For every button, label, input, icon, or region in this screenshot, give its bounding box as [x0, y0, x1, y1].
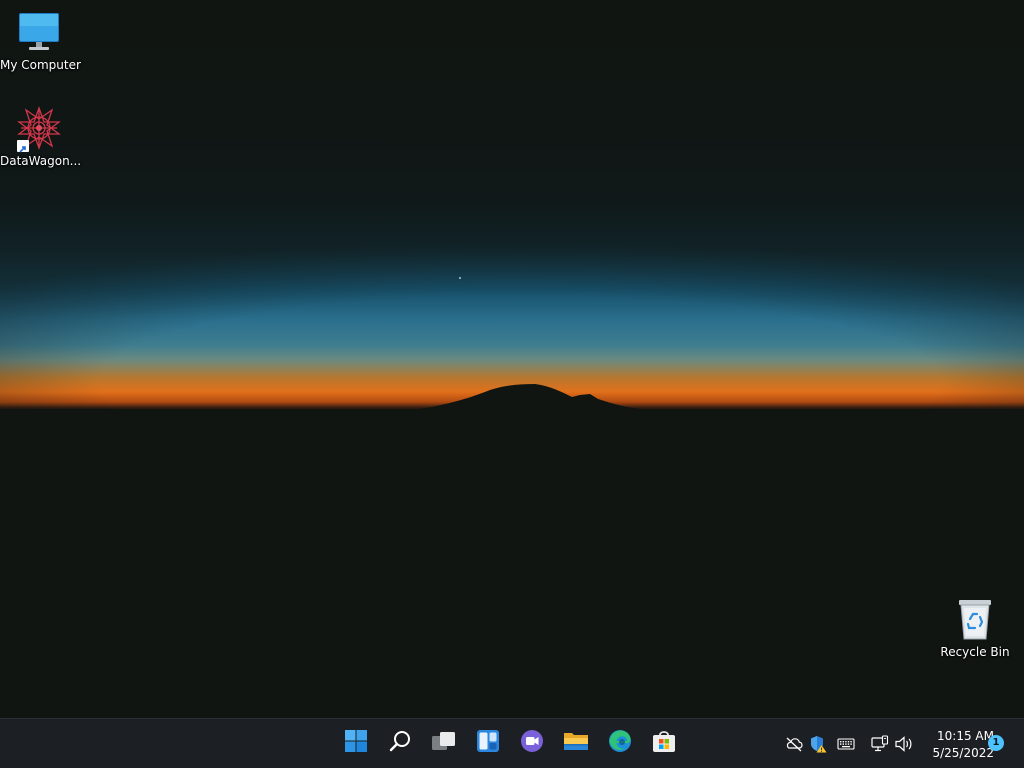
clock[interactable]: 10:15 AM 5/25/2022	[918, 728, 994, 762]
wallpaper-mountain-silhouette	[0, 384, 1024, 718]
file-explorer-button[interactable]	[556, 723, 596, 763]
datawagon-logo-icon	[17, 106, 61, 153]
start-button[interactable]	[336, 723, 376, 763]
search-button[interactable]	[380, 723, 420, 763]
desktop-icon-label: My Computer	[0, 58, 81, 72]
system-tray	[782, 719, 916, 768]
network-hidden-icon[interactable]	[782, 732, 806, 756]
teams-chat-icon	[520, 729, 544, 757]
store-button[interactable]	[644, 723, 684, 763]
store-icon	[651, 728, 677, 758]
search-icon	[388, 729, 412, 757]
widgets-button[interactable]	[468, 723, 508, 763]
taskbar-pinned-apps	[336, 723, 684, 765]
chat-button[interactable]	[512, 723, 552, 763]
desktop-icon-my-computer[interactable]: My Computer	[0, 10, 81, 72]
recycle-bin-icon	[953, 597, 997, 641]
taskbar: 10:15 AM 5/25/2022	[0, 718, 1024, 768]
desktop-wallpaper: My Computer DataWagon... Recycle Bin	[0, 0, 1024, 718]
clock-time: 10:15 AM	[937, 729, 994, 743]
edge-button[interactable]	[600, 723, 640, 763]
notification-badge[interactable]: 1	[988, 735, 1004, 751]
task-view-icon	[431, 729, 457, 757]
shortcut-arrow-icon	[17, 140, 29, 153]
network-icon[interactable]	[868, 732, 892, 756]
desktop-icon-recycle-bin[interactable]: Recycle Bin	[936, 597, 1014, 659]
clock-date: 5/25/2022	[932, 746, 994, 760]
monitor-icon	[17, 10, 61, 54]
folder-icon	[563, 729, 589, 757]
windows-logo-icon	[344, 729, 368, 757]
desktop-icon-datawagon[interactable]: DataWagon...	[0, 106, 82, 168]
edge-icon	[608, 729, 632, 757]
desktop-icon-label: Recycle Bin	[940, 645, 1010, 659]
task-view-button[interactable]	[424, 723, 464, 763]
security-warning-icon[interactable]	[806, 732, 830, 756]
desktop-icon-label: DataWagon...	[0, 154, 82, 168]
volume-icon[interactable]	[892, 732, 916, 756]
widgets-icon	[476, 729, 500, 757]
keyboard-icon[interactable]	[834, 732, 858, 756]
